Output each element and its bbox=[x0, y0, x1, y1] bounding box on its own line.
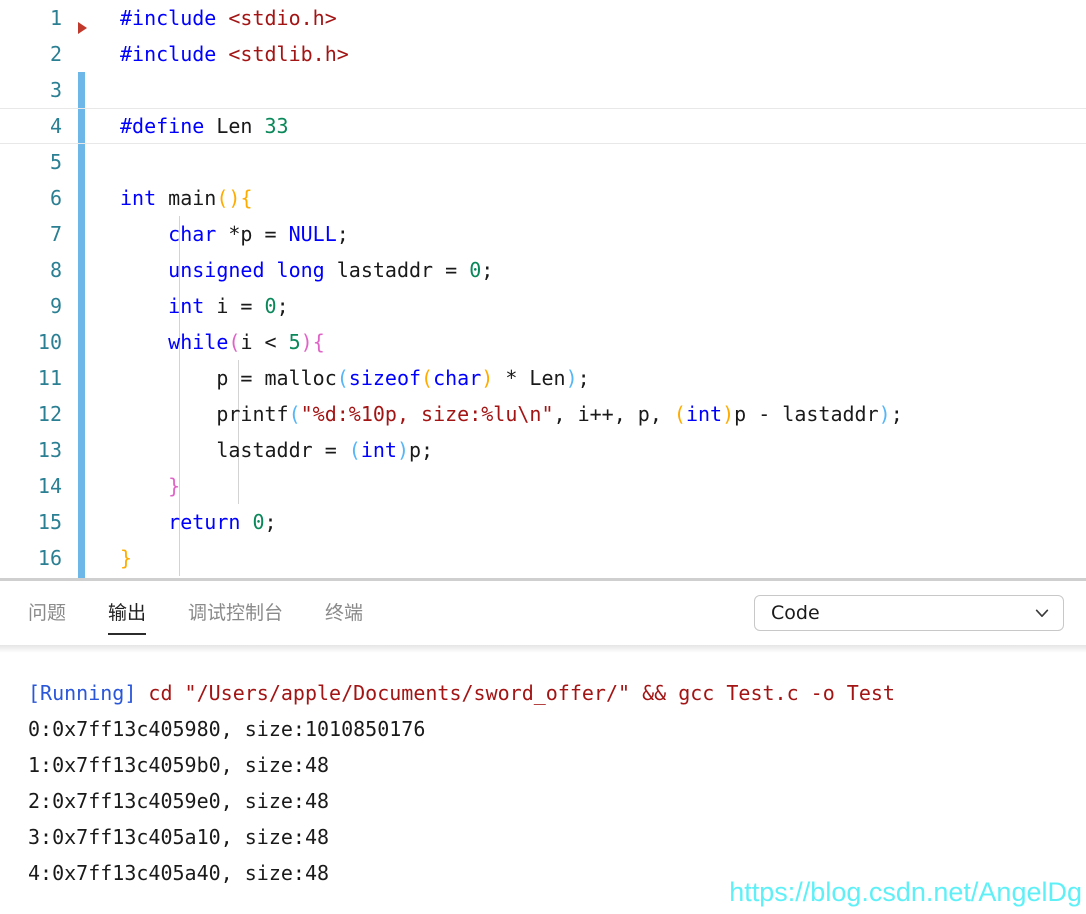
code-line[interactable]: 1 #include <stdio.h> bbox=[0, 0, 1086, 36]
running-tag: [Running] bbox=[28, 681, 137, 705]
code-text: p = malloc(sizeof(char) * Len); bbox=[120, 366, 590, 390]
code-text: unsigned long lastaddr = 0; bbox=[168, 258, 494, 282]
code-text: #include <stdlib.h> bbox=[120, 42, 349, 66]
line-number: 13 bbox=[37, 438, 62, 462]
code-text: printf("%d:%10p, size:%lu\n", i++, p, (i… bbox=[120, 402, 903, 426]
code-text: } bbox=[120, 546, 133, 570]
line-number: 1 bbox=[49, 6, 62, 30]
line-number: 2 bbox=[49, 42, 62, 66]
code-line[interactable]: 16 } bbox=[0, 540, 1086, 576]
code-text: int i = 0; bbox=[168, 294, 289, 318]
code-line[interactable]: 15 return 0; bbox=[0, 504, 1086, 540]
output-channel-value: Code bbox=[771, 602, 820, 624]
line-number: 6 bbox=[49, 186, 62, 210]
code-line[interactable]: 10 while(i < 5){ bbox=[0, 324, 1086, 360]
code-line[interactable]: 5 bbox=[0, 144, 1086, 180]
tab-terminal[interactable]: 终端 bbox=[325, 581, 363, 645]
line-number: 10 bbox=[37, 330, 62, 354]
line-number: 12 bbox=[37, 402, 62, 426]
code-line[interactable]: 11 p = malloc(sizeof(char) * Len); bbox=[0, 360, 1086, 396]
line-number: 14 bbox=[37, 474, 62, 498]
code-line[interactable]: 13 lastaddr = (int)p; bbox=[0, 432, 1086, 468]
code-text: lastaddr = (int)p; bbox=[120, 438, 434, 462]
code-text: #define Len 33 bbox=[120, 114, 289, 138]
line-number: 4 bbox=[49, 114, 62, 138]
output-line: 0:0x7ff13c405980, size:1010850176 bbox=[28, 717, 426, 741]
line-number: 8 bbox=[49, 258, 62, 282]
code-line[interactable]: 3 bbox=[0, 72, 1086, 108]
output-line-running: [Running] cd "/Users/apple/Documents/swo… bbox=[0, 675, 1086, 711]
code-line[interactable]: 2 #include <stdlib.h> bbox=[0, 36, 1086, 72]
chevron-down-icon bbox=[1033, 604, 1051, 622]
line-number: 5 bbox=[49, 150, 62, 174]
output-line: 1:0x7ff13c4059b0, size:48 bbox=[28, 753, 330, 777]
code-line[interactable]: 6 int main(){ bbox=[0, 180, 1086, 216]
code-text: } bbox=[168, 474, 181, 498]
tab-debug-console[interactable]: 调试控制台 bbox=[188, 581, 283, 645]
panel-tab-bar: 问题 输出 调试控制台 终端 Code bbox=[0, 581, 1086, 645]
output-line: 2:0x7ff13c4059e0, size:48 bbox=[28, 789, 330, 813]
tab-problems[interactable]: 问题 bbox=[28, 581, 66, 645]
line-number: 11 bbox=[37, 366, 62, 390]
code-editor[interactable]: 1 #include <stdio.h> 2 #include <stdlib.… bbox=[0, 0, 1086, 578]
code-text: int main(){ bbox=[120, 186, 253, 210]
line-number: 16 bbox=[37, 546, 62, 570]
code-line[interactable]: 8 unsigned long lastaddr = 0; bbox=[0, 252, 1086, 288]
code-line[interactable]: 12 printf("%d:%10p, size:%lu\n", i++, p,… bbox=[0, 396, 1086, 432]
code-text: while(i < 5){ bbox=[168, 330, 325, 354]
tab-output[interactable]: 输出 bbox=[108, 581, 147, 645]
line-number: 3 bbox=[49, 78, 62, 102]
line-number: 9 bbox=[49, 294, 62, 318]
code-line[interactable]: 14 } bbox=[0, 468, 1086, 504]
code-line[interactable]: 9 int i = 0; bbox=[0, 288, 1086, 324]
watermark-url: https://blog.csdn.net/AngelDg bbox=[729, 877, 1082, 907]
code-line[interactable]: 7 char *p = NULL; bbox=[0, 216, 1086, 252]
code-line-current[interactable]: 4 #define Len 33 bbox=[0, 108, 1086, 144]
run-command: cd "/Users/apple/Documents/sword_offer/"… bbox=[136, 681, 907, 705]
code-text: char *p = NULL; bbox=[168, 222, 349, 246]
code-text: return 0; bbox=[168, 510, 277, 534]
code-text: #include <stdio.h> bbox=[120, 6, 337, 30]
output-channel-select[interactable]: Code bbox=[754, 595, 1064, 631]
line-number: 15 bbox=[37, 510, 62, 534]
panel-shadow bbox=[0, 645, 1086, 653]
output-line: 3:0x7ff13c405a10, size:48 bbox=[28, 825, 330, 849]
line-number: 7 bbox=[49, 222, 62, 246]
output-console[interactable]: [Running] cd "/Users/apple/Documents/swo… bbox=[0, 653, 1086, 914]
bottom-panel: 问题 输出 调试控制台 终端 Code [Running] cd "/Users… bbox=[0, 581, 1086, 914]
